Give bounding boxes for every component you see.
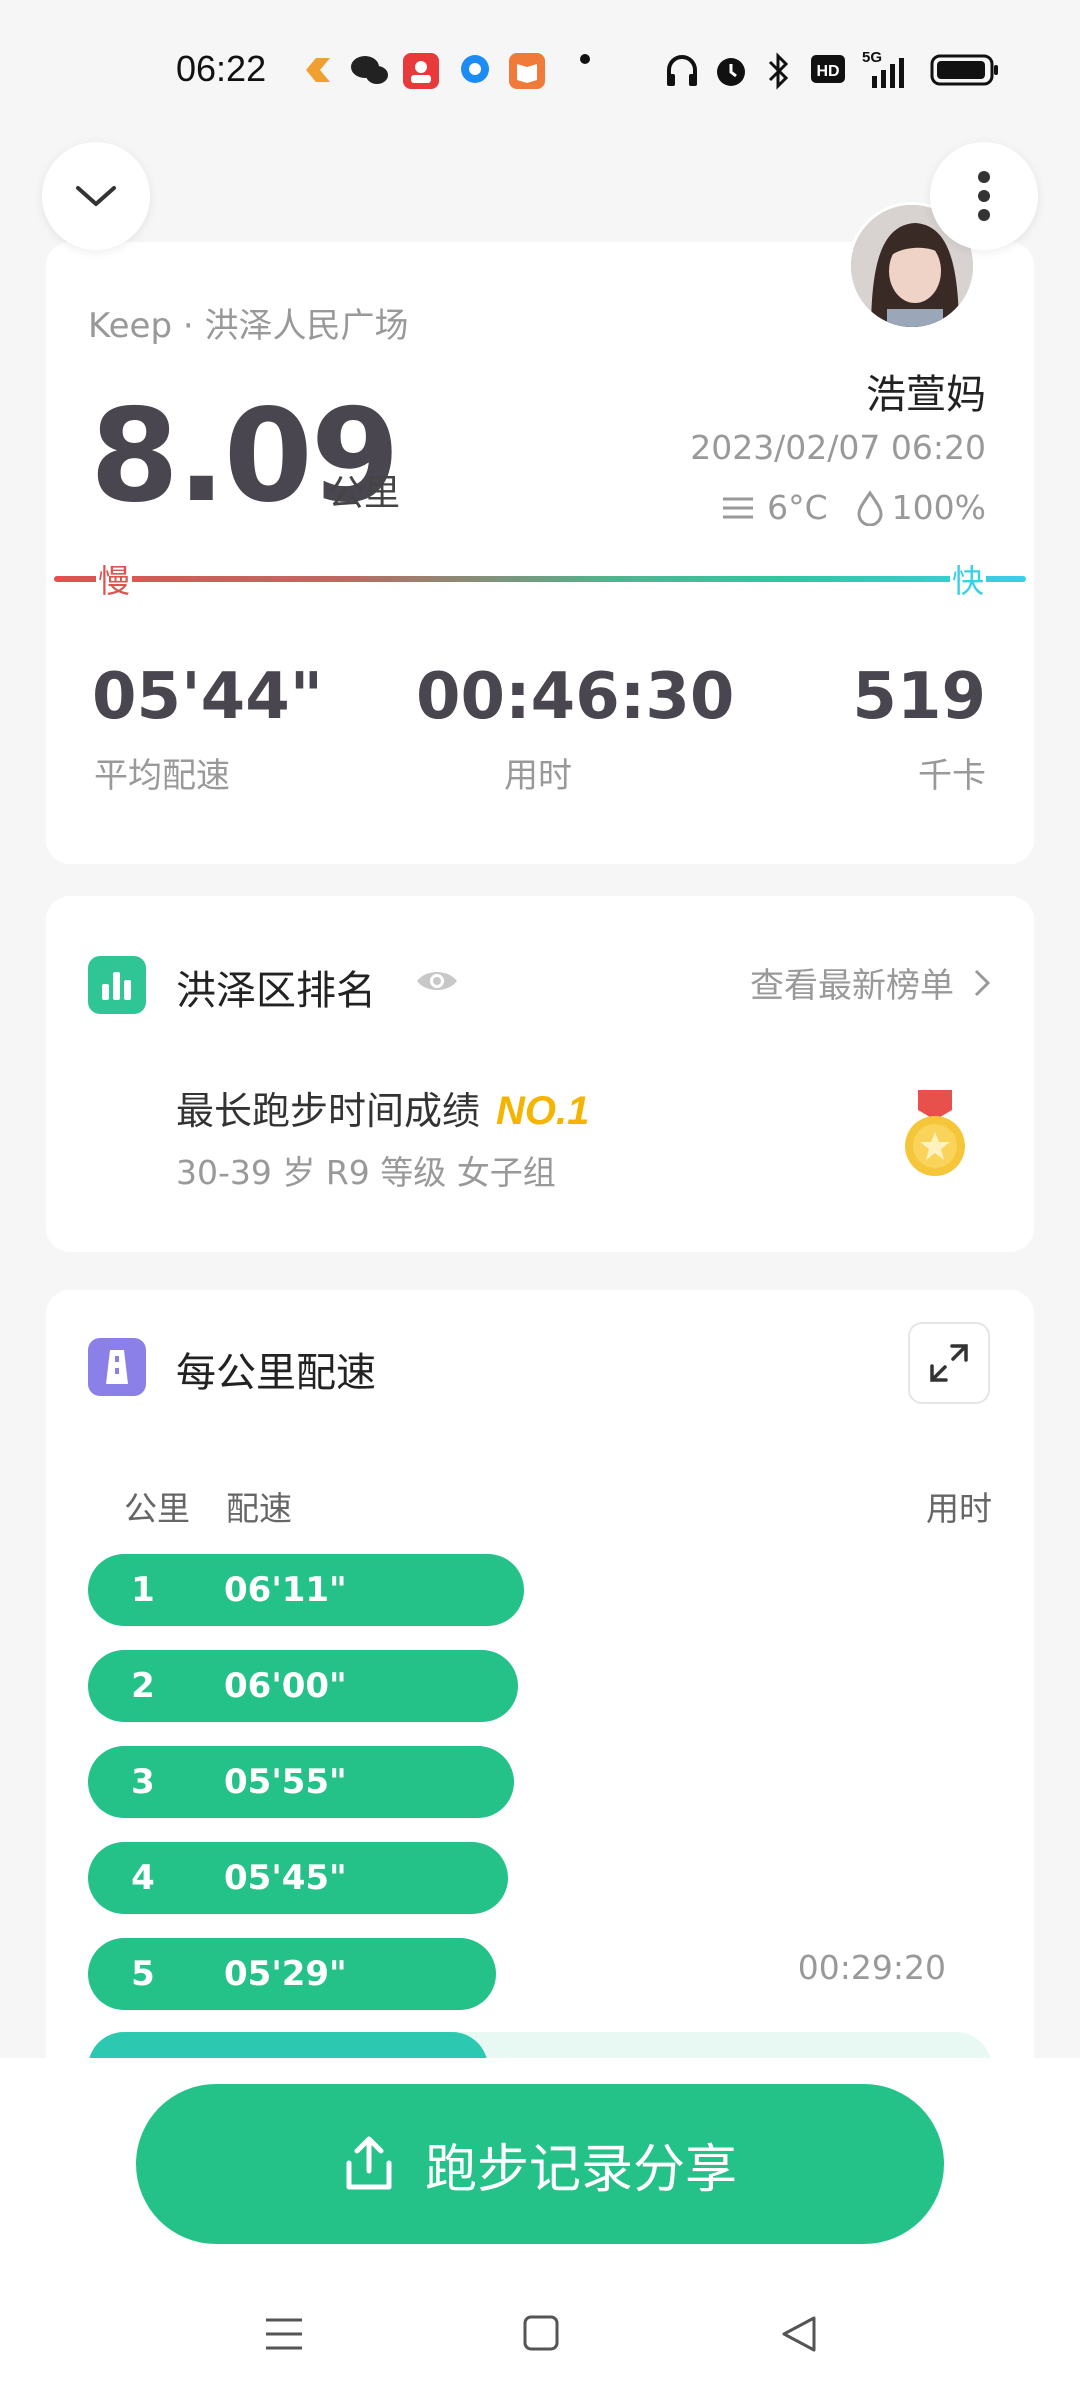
avg-pace-label: 平均配速 <box>94 756 230 796</box>
app-notification-icon <box>306 58 330 82</box>
ranking-card: 洪泽区排名 查看最新榜单 最长跑步时间成绩 NO.1 30-39 岁 R9 等级… <box>46 896 1034 1252</box>
browser-icon <box>461 55 489 83</box>
distance-unit: 公里 <box>328 473 401 514</box>
view-leaderboard-label: 查看最新榜单 <box>750 966 954 1006</box>
splits-title: 每公里配速 <box>176 1350 376 1396</box>
user-name: 浩萱妈 <box>866 372 986 418</box>
share-run-button[interactable]: 跑步记录分享 <box>136 2084 944 2244</box>
split-row: 5 05'29" <box>88 1938 496 2010</box>
calories-value: 519 <box>852 660 986 734</box>
ranking-chart-icon <box>88 956 146 1014</box>
view-leaderboard-link[interactable]: 查看最新榜单 <box>750 958 992 1007</box>
bluetooth-icon <box>768 52 789 90</box>
home-nav-icon[interactable] <box>522 2314 560 2352</box>
run-datetime: 2023/02/07 06:20 <box>690 428 986 467</box>
share-icon <box>346 2136 392 2190</box>
menu-nav-icon[interactable] <box>264 2316 304 2352</box>
split-km: 5 <box>131 1954 155 1994</box>
status-time: 06:22 <box>176 48 267 89</box>
pace-gradient-bar <box>54 576 1026 582</box>
slow-label: 慢 <box>96 556 133 602</box>
svg-text:HD: HD <box>816 63 839 80</box>
split-pace: 05'29" <box>224 1954 347 1994</box>
status-bar: 06:22 HD 5G <box>0 0 1080 140</box>
split-km: 3 <box>131 1762 155 1802</box>
split-pace: 06'11" <box>224 1570 347 1610</box>
expand-icon <box>930 1344 968 1382</box>
splits-header-time: 用时 <box>926 1489 992 1528</box>
hd-icon: HD <box>811 55 845 83</box>
calories-label: 千卡 <box>918 756 986 796</box>
split-pace: 05'45" <box>224 1858 347 1898</box>
fog-icon <box>723 497 754 518</box>
splits-header-km: 公里 <box>124 1489 190 1528</box>
group-text: 30-39 岁 R9 等级 女子组 <box>176 1153 556 1192</box>
weather-row: 6°C 100% <box>721 488 986 527</box>
achievement-text: 最长跑步时间成绩 <box>176 1089 481 1133</box>
rank-badge: NO.1 <box>496 1089 590 1133</box>
splits-icon <box>88 1338 146 1396</box>
expand-button[interactable] <box>908 1322 990 1404</box>
temperature: 6°C <box>767 488 828 527</box>
split-pace: 05'55" <box>224 1762 347 1802</box>
more-notifications-dot <box>580 54 590 64</box>
split-row: 4 05'45" <box>88 1842 508 1914</box>
run-source: Keep · 洪泽人民广场 <box>88 306 409 346</box>
reader-icon <box>509 53 545 89</box>
more-vertical-icon <box>978 171 990 221</box>
avg-pace-value: 05'44" <box>92 660 324 734</box>
share-run-label: 跑步记录分享 <box>424 2139 737 2200</box>
humidity-icon <box>857 489 883 526</box>
split-row: 2 06'00" <box>88 1650 518 1722</box>
split-pace: 06'00" <box>224 1666 347 1706</box>
split-km: 4 <box>131 1858 155 1898</box>
signal-5g-icon: 5G <box>862 49 904 88</box>
svg-text:5G: 5G <box>862 49 882 66</box>
duration-label: 用时 <box>504 756 572 796</box>
ranking-title: 洪泽区排名 <box>176 968 376 1014</box>
gold-medal-icon <box>905 1090 965 1176</box>
wechat-icon <box>351 56 388 84</box>
split-km: 2 <box>131 1666 155 1706</box>
split-row-1-time: 00:29:20 <box>797 1948 946 1987</box>
split-row: 3 05'55" <box>88 1746 514 1818</box>
split-km: 1 <box>131 1570 155 1610</box>
more-options-button[interactable] <box>930 142 1038 250</box>
fast-label: 快 <box>950 556 987 602</box>
video-app-icon <box>403 53 439 89</box>
achievement-row: 最长跑步时间成绩 NO.1 <box>176 1080 589 1135</box>
splits-header-pace: 配速 <box>226 1489 292 1528</box>
battery-icon <box>930 54 998 86</box>
headphones-icon <box>667 55 697 86</box>
run-summary-card: Keep · 洪泽人民广场 8.09 公里 浩萱妈 2023/02/07 06:… <box>46 242 1034 864</box>
humidity: 100% <box>891 488 986 527</box>
duration-value: 00:46:30 <box>416 660 735 734</box>
split-row: 1 06'11" <box>88 1554 524 1626</box>
back-nav-icon[interactable] <box>780 2314 818 2354</box>
alarm-icon <box>717 58 745 86</box>
collapse-button[interactable] <box>42 142 150 250</box>
chevron-right-icon <box>974 969 991 996</box>
eye-icon[interactable] <box>414 966 460 996</box>
chevron-down-icon <box>76 186 116 206</box>
